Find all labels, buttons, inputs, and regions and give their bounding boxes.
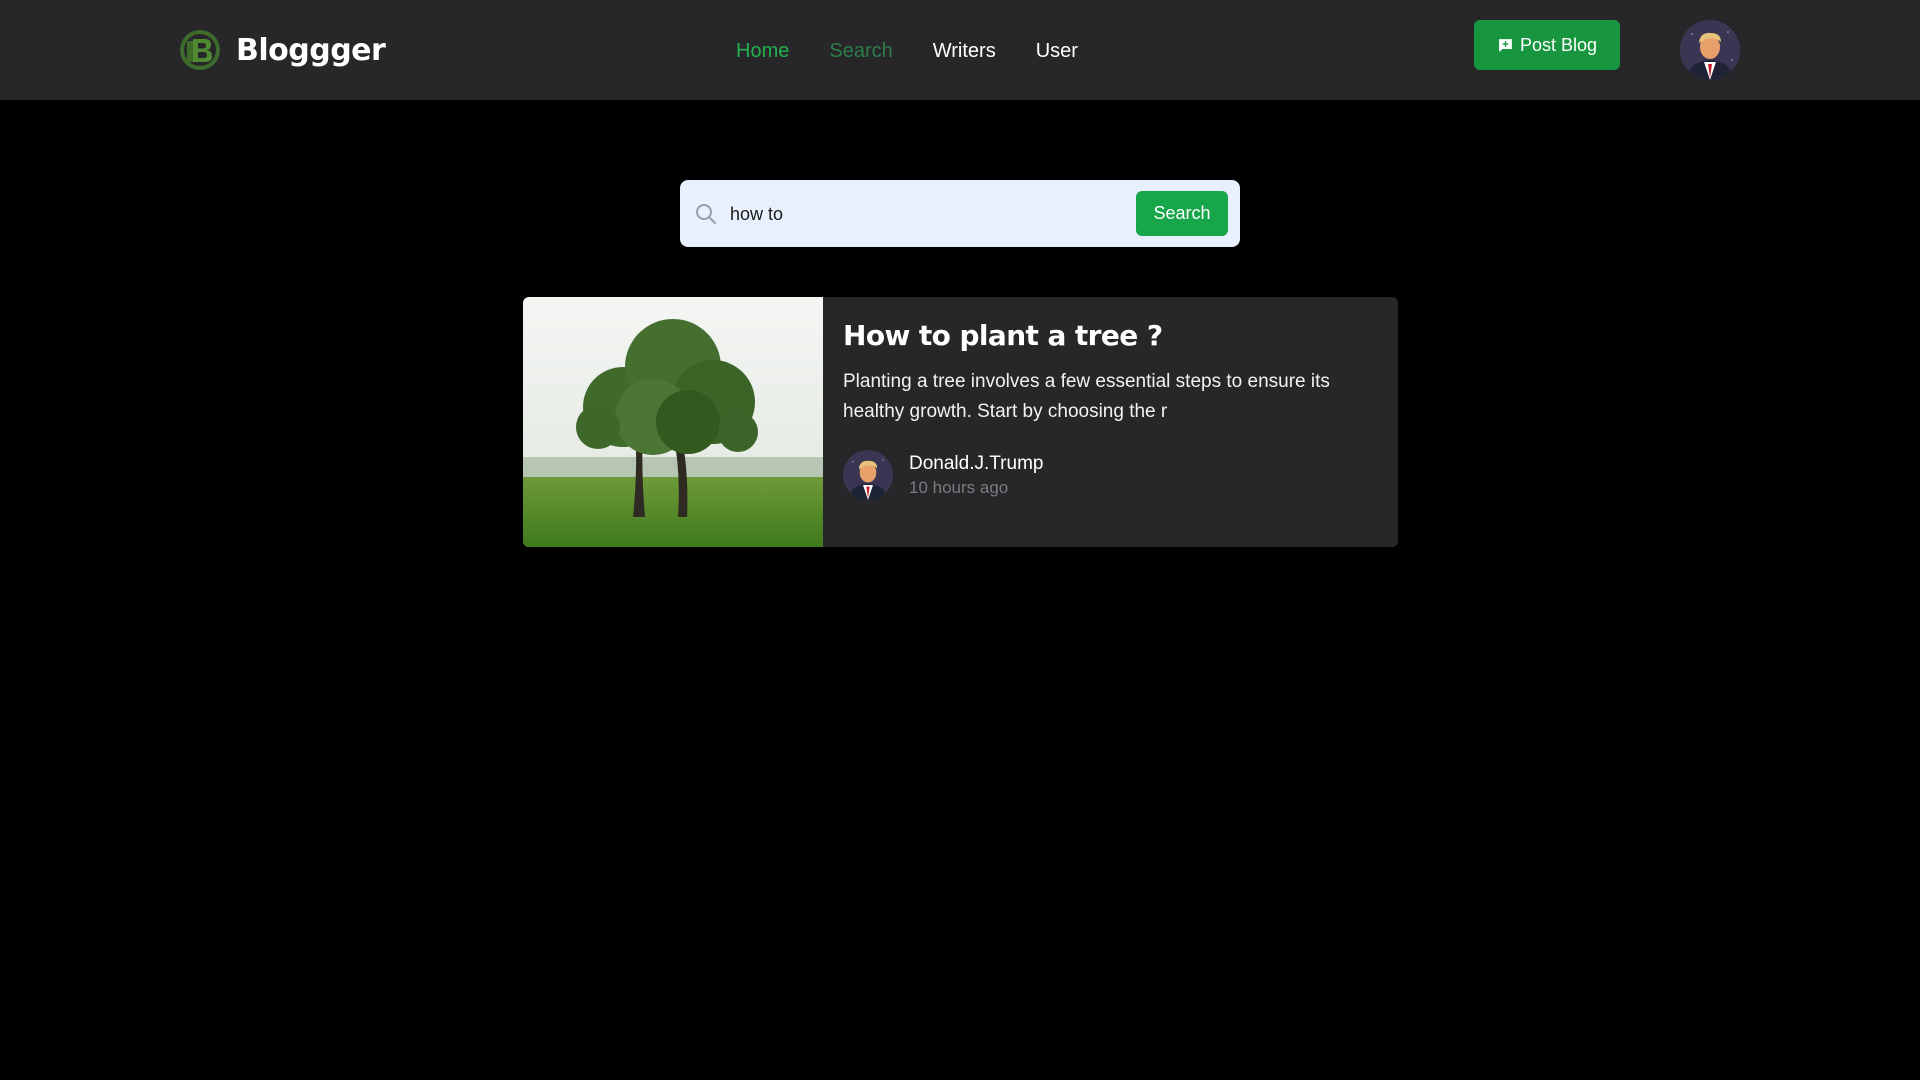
blog-card-excerpt: Planting a tree involves a few essential…	[843, 371, 1330, 422]
brand-name: Bloggger	[236, 32, 386, 68]
main-nav: Home Search Writers User	[736, 36, 1118, 66]
search-icon	[696, 204, 716, 224]
search-input[interactable]	[730, 194, 1130, 234]
search-button[interactable]: Search	[1136, 191, 1228, 236]
nav-writers[interactable]: Writers	[933, 40, 996, 63]
brand-logo-icon	[180, 30, 220, 70]
top-navbar: Bloggger Home Search Writers User Post B…	[0, 0, 1920, 100]
author-meta: Donald.J.Trump 10 hours ago	[909, 453, 1043, 498]
message-plus-icon	[1499, 38, 1512, 52]
tree-image	[523, 297, 823, 547]
post-blog-button[interactable]: Post Blog	[1474, 20, 1620, 70]
nav-user[interactable]: User	[1036, 40, 1078, 63]
author-name[interactable]: Donald.J.Trump	[909, 453, 1043, 475]
author-avatar[interactable]	[843, 450, 893, 500]
author-avatar-icon	[843, 450, 893, 500]
blog-card-image	[523, 297, 823, 547]
user-avatar[interactable]	[1680, 20, 1740, 80]
nav-home[interactable]: Home	[736, 40, 789, 63]
post-timestamp: 10 hours ago	[909, 477, 1009, 497]
blog-card[interactable]: How to plant a tree ? Planting a tree in…	[523, 297, 1398, 547]
author-info: Donald.J.Trump 10 hours ago	[843, 450, 1043, 500]
blog-card-title[interactable]: How to plant a tree ?	[843, 319, 1383, 352]
search-bar: Search	[680, 180, 1240, 247]
brand[interactable]: Bloggger	[179, 29, 386, 71]
nav-search[interactable]: Search	[829, 40, 892, 63]
post-blog-label: Post Blog	[1519, 34, 1598, 55]
user-avatar-icon	[1680, 20, 1740, 80]
